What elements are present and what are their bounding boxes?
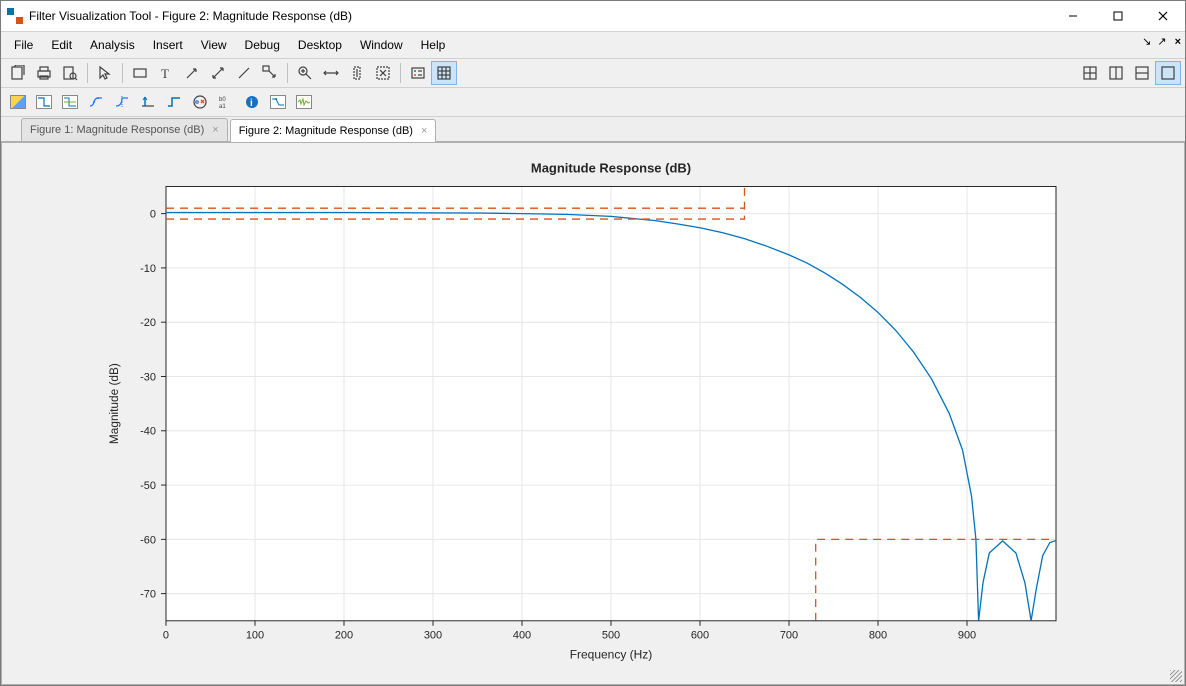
zoom-x-button[interactable] xyxy=(318,61,344,85)
svg-text:b0: b0 xyxy=(219,97,226,103)
undock-arrow-icon[interactable]: ↗ xyxy=(1157,35,1166,48)
legend-button[interactable] xyxy=(405,61,431,85)
menu-file[interactable]: File xyxy=(5,35,42,55)
svg-text:800: 800 xyxy=(869,630,887,642)
figure-tab-1[interactable]: Figure 1: Magnitude Response (dB) × xyxy=(21,118,228,141)
figure-tabbar: Figure 1: Magnitude Response (dB) × Figu… xyxy=(1,117,1185,142)
resize-grip-icon[interactable] xyxy=(1170,670,1182,682)
svg-text:100: 100 xyxy=(246,630,264,642)
svg-text:Frequency (Hz): Frequency (Hz) xyxy=(570,647,653,661)
maximize-button[interactable] xyxy=(1095,1,1140,31)
restore-view-button[interactable] xyxy=(370,61,396,85)
figure-toolbar: T xyxy=(1,59,1185,88)
window-title: Filter Visualization Tool - Figure 2: Ma… xyxy=(29,9,1050,23)
menubar: File Edit Analysis Insert View Debug Des… xyxy=(1,32,1185,59)
figure-tab-2[interactable]: Figure 2: Magnitude Response (dB) × xyxy=(230,119,437,142)
svg-text:T: T xyxy=(161,66,169,81)
svg-text:200: 200 xyxy=(335,630,353,642)
figure-tab-1-close-icon[interactable]: × xyxy=(212,124,218,136)
menu-view[interactable]: View xyxy=(192,35,236,55)
analysis-toolbar: b0a1 i xyxy=(1,88,1185,117)
step-button[interactable] xyxy=(161,90,187,114)
menu-window[interactable]: Window xyxy=(351,35,412,55)
new-figure-button[interactable] xyxy=(5,61,31,85)
coefficients-button[interactable]: b0a1 xyxy=(213,90,239,114)
zoom-y-button[interactable] xyxy=(344,61,370,85)
filter-info-button[interactable]: i xyxy=(239,90,265,114)
svg-text:-70: -70 xyxy=(140,589,156,601)
insert-arrow-button[interactable] xyxy=(179,61,205,85)
menu-analysis[interactable]: Analysis xyxy=(81,35,144,55)
menu-insert[interactable]: Insert xyxy=(144,35,192,55)
svg-text:600: 600 xyxy=(691,630,709,642)
print-preview-button[interactable] xyxy=(57,61,83,85)
mag-phase-button[interactable] xyxy=(57,90,83,114)
svg-text:500: 500 xyxy=(602,630,620,642)
insert-line-button[interactable] xyxy=(231,61,257,85)
phase-button[interactable] xyxy=(31,90,57,114)
figure-tab-2-label: Figure 2: Magnitude Response (dB) xyxy=(239,125,413,137)
svg-text:-40: -40 xyxy=(140,426,156,438)
panel-close-icon[interactable]: × xyxy=(1175,36,1181,48)
svg-text:-20: -20 xyxy=(140,317,156,329)
tile-top-bottom-button[interactable] xyxy=(1129,61,1155,85)
svg-text:0: 0 xyxy=(163,630,169,642)
polezero-button[interactable] xyxy=(187,90,213,114)
plot-canvas[interactable]: 0 100 200 300 400 500 600 700 800 900 -70 -60 -50 -40… xyxy=(1,142,1185,685)
noise-button[interactable] xyxy=(291,90,317,114)
figure-tab-1-label: Figure 1: Magnitude Response (dB) xyxy=(30,124,204,136)
svg-text:900: 900 xyxy=(958,630,976,642)
magnitude-est-button[interactable] xyxy=(265,90,291,114)
plot-svg: 0 100 200 300 400 500 600 700 800 900 -70 -60 -50 -40… xyxy=(6,147,1180,680)
insert-rectangle-button[interactable] xyxy=(127,61,153,85)
svg-text:400: 400 xyxy=(513,630,531,642)
svg-text:i: i xyxy=(250,98,253,109)
zoom-in-button[interactable] xyxy=(292,61,318,85)
menu-help[interactable]: Help xyxy=(412,35,455,55)
svg-text:-60: -60 xyxy=(140,534,156,546)
grid-button[interactable] xyxy=(431,61,457,85)
figure-tab-2-close-icon[interactable]: × xyxy=(421,125,427,137)
tile-left-right-button[interactable] xyxy=(1103,61,1129,85)
menu-debug[interactable]: Debug xyxy=(236,35,289,55)
app-window: Filter Visualization Tool - Figure 2: Ma… xyxy=(0,0,1186,686)
tile-button[interactable] xyxy=(1077,61,1103,85)
svg-text:-50: -50 xyxy=(140,480,156,492)
pointer-button[interactable] xyxy=(92,61,118,85)
svg-text:a1: a1 xyxy=(219,104,226,110)
svg-text:-10: -10 xyxy=(140,263,156,275)
svg-text:Magnitude (dB): Magnitude (dB) xyxy=(107,363,121,444)
phase-delay-button[interactable] xyxy=(109,90,135,114)
impulse-button[interactable] xyxy=(135,90,161,114)
menu-edit[interactable]: Edit xyxy=(42,35,81,55)
svg-text:300: 300 xyxy=(424,630,442,642)
dock-arrow-icon[interactable]: ↘ xyxy=(1142,35,1151,48)
insert-text-arrow-button[interactable] xyxy=(257,61,283,85)
svg-text:Magnitude Response (dB): Magnitude Response (dB) xyxy=(531,161,691,176)
svg-text:-30: -30 xyxy=(140,371,156,383)
print-button[interactable] xyxy=(31,61,57,85)
svg-text:700: 700 xyxy=(780,630,798,642)
app-icon xyxy=(7,8,23,24)
menu-desktop[interactable]: Desktop xyxy=(289,35,351,55)
svg-text:0: 0 xyxy=(150,209,156,221)
insert-text-button[interactable]: T xyxy=(153,61,179,85)
magnitude-button[interactable] xyxy=(5,90,31,114)
titlebar: Filter Visualization Tool - Figure 2: Ma… xyxy=(1,1,1185,32)
tile-single-button[interactable] xyxy=(1155,61,1181,85)
close-button[interactable] xyxy=(1140,1,1185,31)
minimize-button[interactable] xyxy=(1050,1,1095,31)
insert-double-arrow-button[interactable] xyxy=(205,61,231,85)
group-delay-button[interactable] xyxy=(83,90,109,114)
